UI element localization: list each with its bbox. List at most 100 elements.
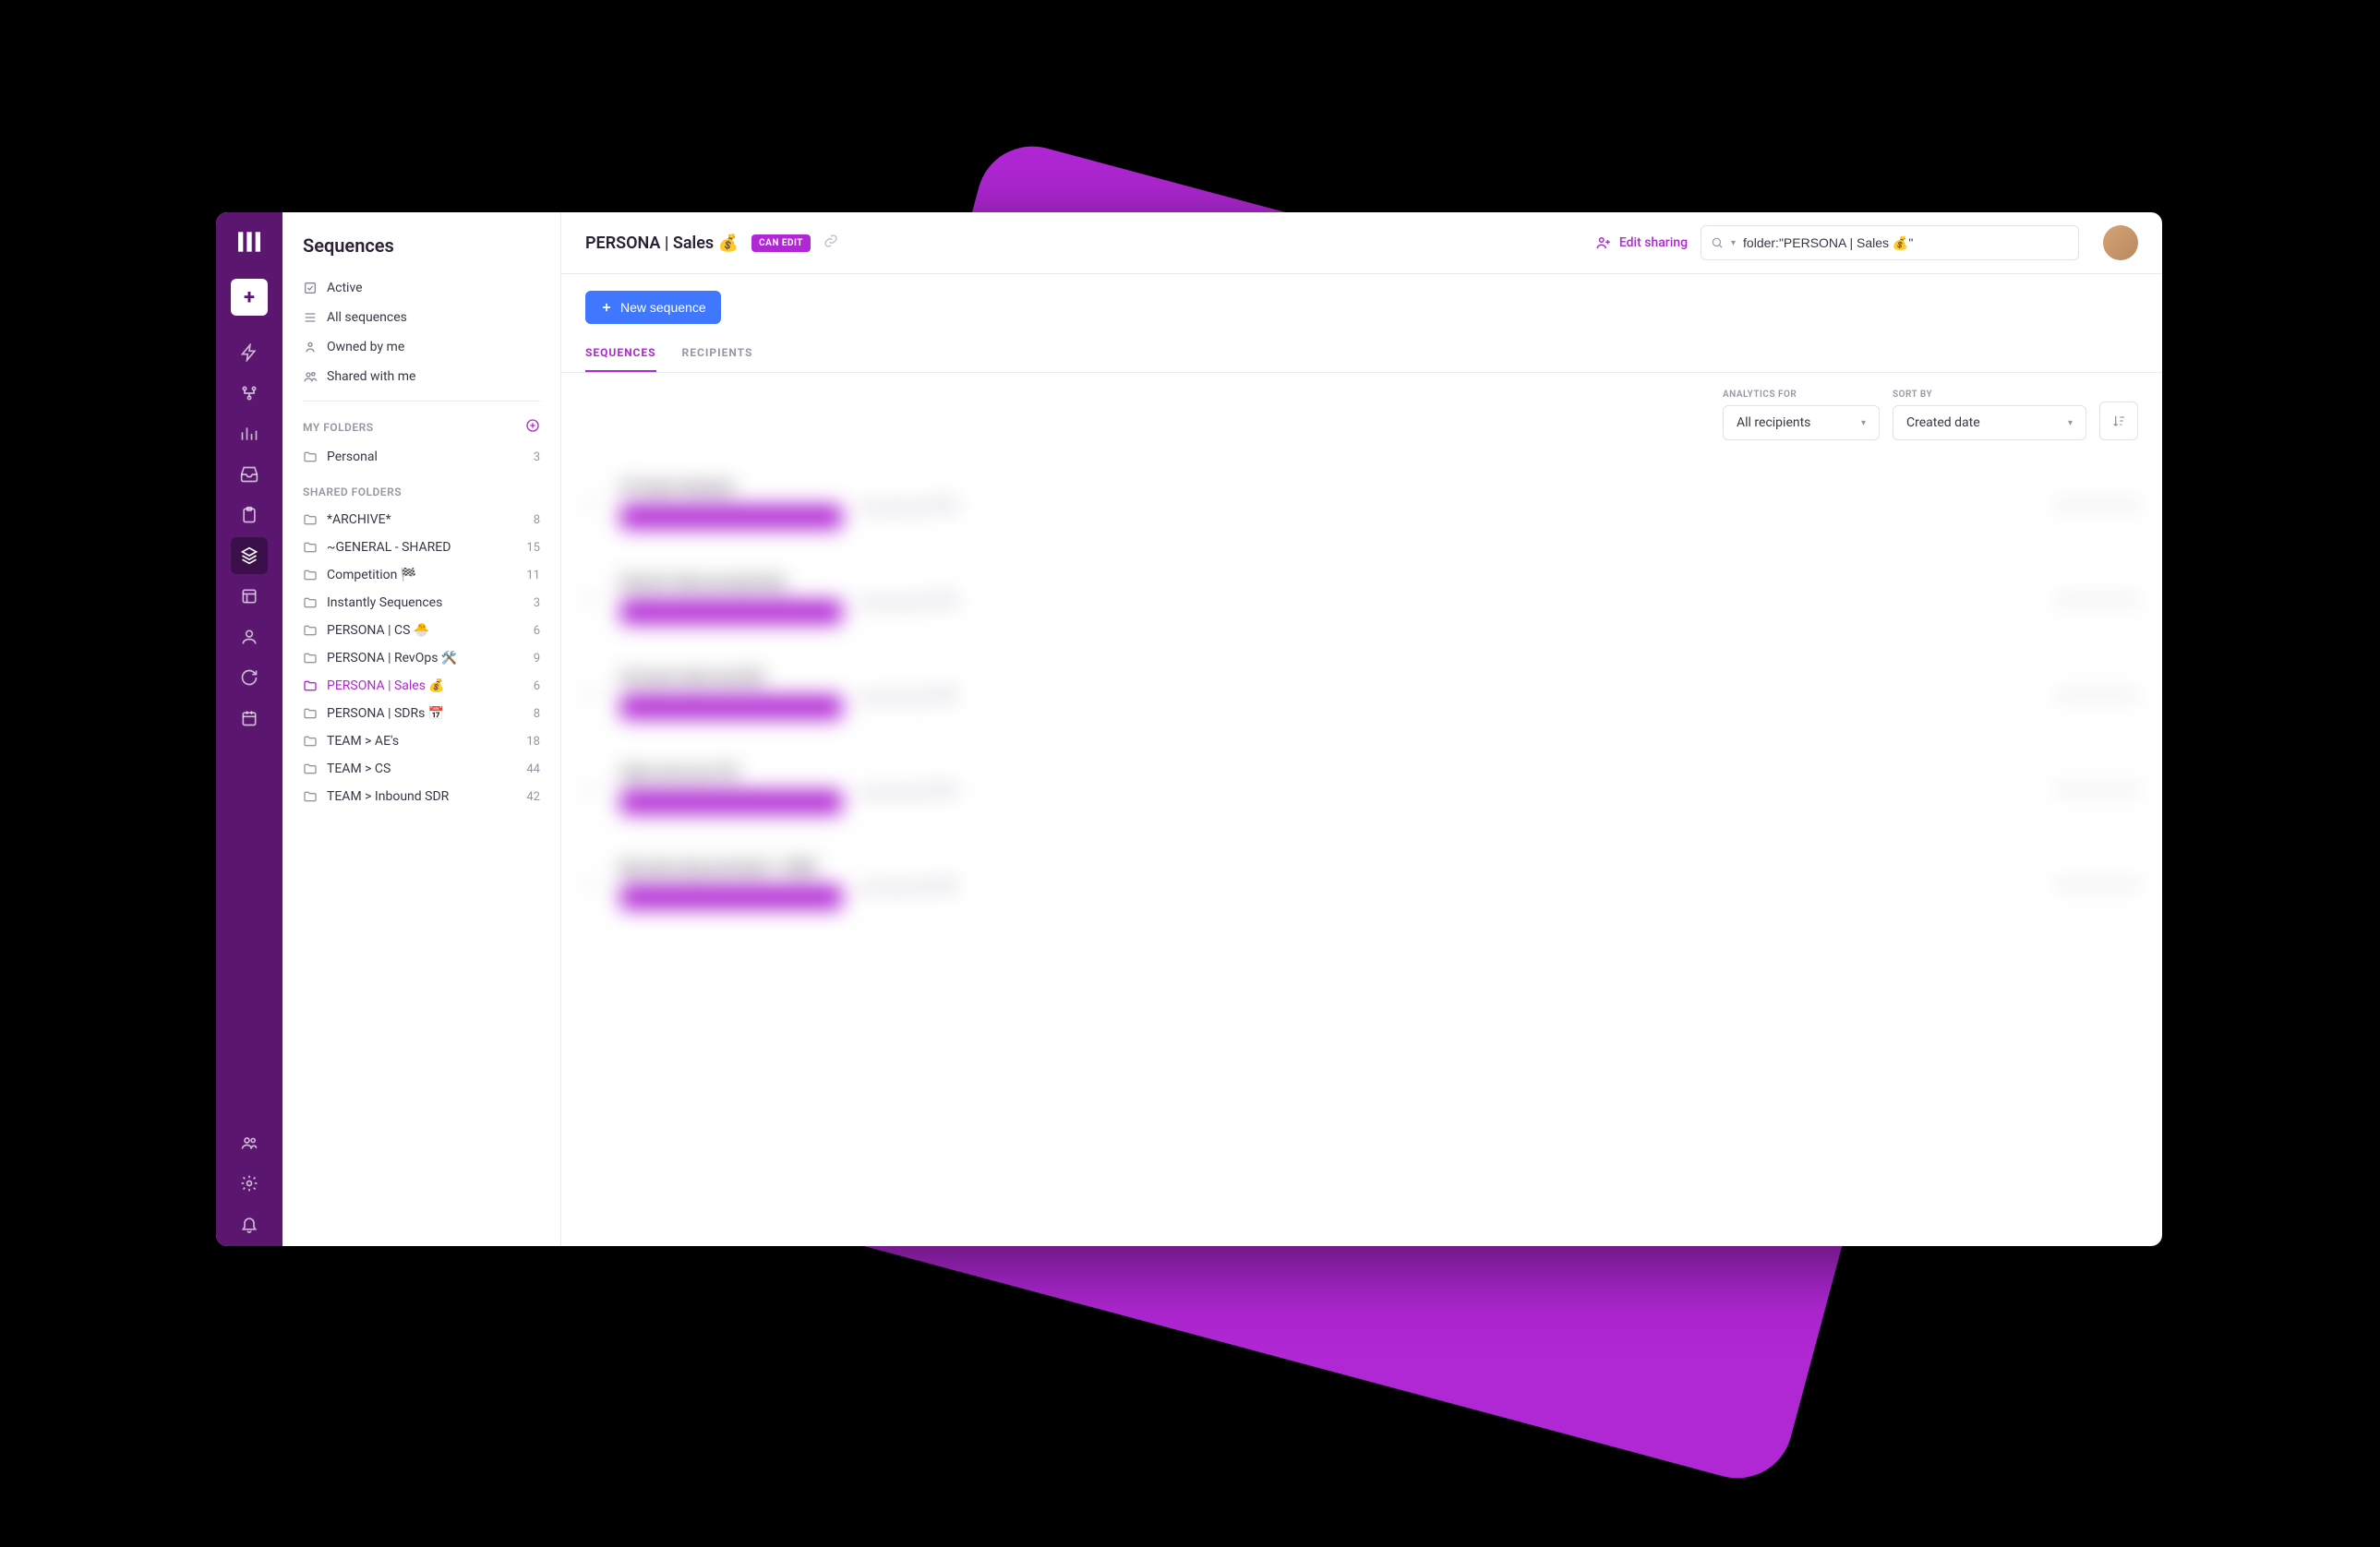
checkbox[interactable] <box>585 496 602 512</box>
new-sequence-button[interactable]: New sequence <box>585 291 721 324</box>
edit-sharing-button[interactable]: Edit sharing <box>1595 234 1688 251</box>
checkbox[interactable] <box>585 591 602 607</box>
folder-name: PERSONA | CS 🐣 <box>327 623 524 638</box>
folder-item[interactable]: TEAM > Inbound SDR42 <box>282 783 560 810</box>
toolbar: New sequence <box>561 274 2162 324</box>
add-button[interactable]: + <box>231 279 268 316</box>
folder-item[interactable]: Competition 🏁 11 <box>282 561 560 589</box>
sequence-stats: ▬ ▬ ▬ ■ ■ <box>860 683 956 706</box>
sequence-info: AE reach wide nets BIG <box>620 669 842 719</box>
folder-count: 8 <box>534 513 540 527</box>
sort-direction-button[interactable] <box>2099 402 2138 440</box>
controls-row: ANALYTICS FOR All recipients ▾ SORT BY C… <box>561 373 2162 457</box>
search-input[interactable] <box>1743 235 2069 250</box>
folder-name: PERSONA | RevOps 🛠️ <box>327 651 524 666</box>
tab-recipients[interactable]: RECIPIENTS <box>682 346 753 372</box>
nav-chart-icon[interactable] <box>231 415 268 452</box>
folder-item[interactable]: PERSONA | Sales 💰6 <box>282 672 560 700</box>
sequence-row[interactable]: Sales exec top 100▬ ▬ ▬ ■ ■● ● ● ● ● <box>585 742 2138 837</box>
folder-count: 42 <box>526 790 540 804</box>
nav-bolt-icon[interactable] <box>231 334 268 371</box>
folder-item[interactable]: PERSONA | CS 🐣6 <box>282 617 560 644</box>
folder-item[interactable]: Instantly Sequences3 <box>282 589 560 617</box>
folder-count: 18 <box>526 735 540 749</box>
sort-select[interactable]: Created date ▾ <box>1893 405 2086 440</box>
chevron-down-icon: ▾ <box>1861 418 1866 428</box>
nav-rail: + <box>216 212 282 1246</box>
folder-count: 11 <box>526 569 540 582</box>
sequence-title: Big sales play persistent - WIDE <box>620 859 842 876</box>
search-dropdown-caret[interactable]: ▾ <box>1731 238 1736 248</box>
nav-inbox-icon[interactable] <box>231 456 268 493</box>
folder-item[interactable]: PERSONA | SDRs 📅8 <box>282 700 560 727</box>
app-logo[interactable] <box>234 227 264 257</box>
sequence-metrics: ● ● ● ● ● <box>2057 587 2138 611</box>
sequence-title: VP sales Outreach <box>620 479 842 496</box>
tabs: SEQUENCES RECIPIENTS <box>561 324 2162 373</box>
sequence-row[interactable]: Director Sales prospecting▬ ▬ ▬ ■ ■● ● ●… <box>585 552 2138 647</box>
sequence-metrics: ● ● ● ● ● <box>2057 872 2138 896</box>
folder-name: ~GENERAL - SHARED <box>327 540 517 555</box>
permission-badge: CAN EDIT <box>751 234 811 252</box>
nav-notifications-icon[interactable] <box>231 1205 268 1242</box>
nav-sequences-icon[interactable] <box>231 537 268 574</box>
folder-item[interactable]: *ARCHIVE* 8 <box>282 506 560 534</box>
section-label: MY FOLDERS <box>303 421 374 434</box>
nav-templates-icon[interactable] <box>231 578 268 615</box>
filter-all[interactable]: All sequences <box>282 303 560 332</box>
divider <box>303 401 540 402</box>
link-icon[interactable] <box>823 234 838 252</box>
app-window: + Sequences Active All sequences Owned b… <box>216 212 2162 1246</box>
nav-team-icon[interactable] <box>231 1124 268 1161</box>
search-box[interactable]: ▾ <box>1701 225 2079 260</box>
folder-name: Competition 🏁 <box>327 568 517 582</box>
sequence-stats: ▬ ▬ ▬ ■ ■ <box>860 778 956 801</box>
sequence-title: AE reach wide nets BIG <box>620 669 842 686</box>
nav-branch-icon[interactable] <box>231 375 268 412</box>
add-folder-icon[interactable] <box>525 418 540 436</box>
sidebar: Sequences Active All sequences Owned by … <box>282 212 561 1246</box>
sequence-metrics: ● ● ● ● ● <box>2057 492 2138 516</box>
analytics-value: All recipients <box>1737 415 1810 430</box>
user-plus-icon <box>1595 234 1612 251</box>
plus-icon <box>600 301 613 314</box>
folder-name: Personal <box>327 450 524 464</box>
sequence-title: Director Sales prospecting <box>620 574 842 591</box>
nav-clipboard-icon[interactable] <box>231 497 268 534</box>
folder-count: 3 <box>534 596 540 610</box>
folder-name: TEAM > AE's <box>327 734 517 749</box>
nav-settings-icon[interactable] <box>231 1165 268 1202</box>
folder-item[interactable]: TEAM > AE's 18 <box>282 727 560 755</box>
folder-item[interactable]: TEAM > CS44 <box>282 755 560 783</box>
edit-sharing-label: Edit sharing <box>1619 235 1688 250</box>
folder-name: PERSONA | SDRs 📅 <box>327 706 524 721</box>
filter-label: Active <box>327 281 363 295</box>
analytics-select[interactable]: All recipients ▾ <box>1723 405 1880 440</box>
filter-shared[interactable]: Shared with me <box>282 362 560 391</box>
folder-count: 44 <box>526 762 540 776</box>
folder-count: 15 <box>526 541 540 555</box>
shared-folders-header: SHARED FOLDERS <box>282 478 560 506</box>
sort-control: SORT BY Created date ▾ <box>1893 390 2086 440</box>
folder-item[interactable]: Personal3 <box>282 443 560 471</box>
filter-owned[interactable]: Owned by me <box>282 332 560 362</box>
sequence-tag <box>620 695 842 719</box>
checkbox[interactable] <box>585 781 602 797</box>
nav-contacts-icon[interactable] <box>231 618 268 655</box>
sequence-metrics: ● ● ● ● ● <box>2057 682 2138 706</box>
avatar[interactable] <box>2103 225 2138 260</box>
folder-item[interactable]: PERSONA | RevOps 🛠️9 <box>282 644 560 672</box>
sequence-tag <box>620 600 842 624</box>
checkbox[interactable] <box>585 686 602 702</box>
filter-active[interactable]: Active <box>282 273 560 303</box>
checkbox[interactable] <box>585 876 602 893</box>
folder-item[interactable]: ~GENERAL - SHARED 15 <box>282 534 560 561</box>
sequence-row[interactable]: AE reach wide nets BIG ▬ ▬ ▬ ■ ■ ● ● ● ● ● <box>585 647 2138 742</box>
analytics-label: ANALYTICS FOR <box>1723 390 1880 400</box>
sequence-row[interactable]: Big sales play persistent - WIDE▬ ▬ ▬ ■ … <box>585 837 2138 932</box>
tab-sequences[interactable]: SEQUENCES <box>585 346 656 372</box>
nav-calendar-icon[interactable] <box>231 700 268 737</box>
sequence-row[interactable]: VP sales Outreach▬ ▬ ▬ ■ ■● ● ● ● ● <box>585 457 2138 552</box>
nav-refresh-icon[interactable] <box>231 659 268 696</box>
folder-name: *ARCHIVE* <box>327 512 524 527</box>
